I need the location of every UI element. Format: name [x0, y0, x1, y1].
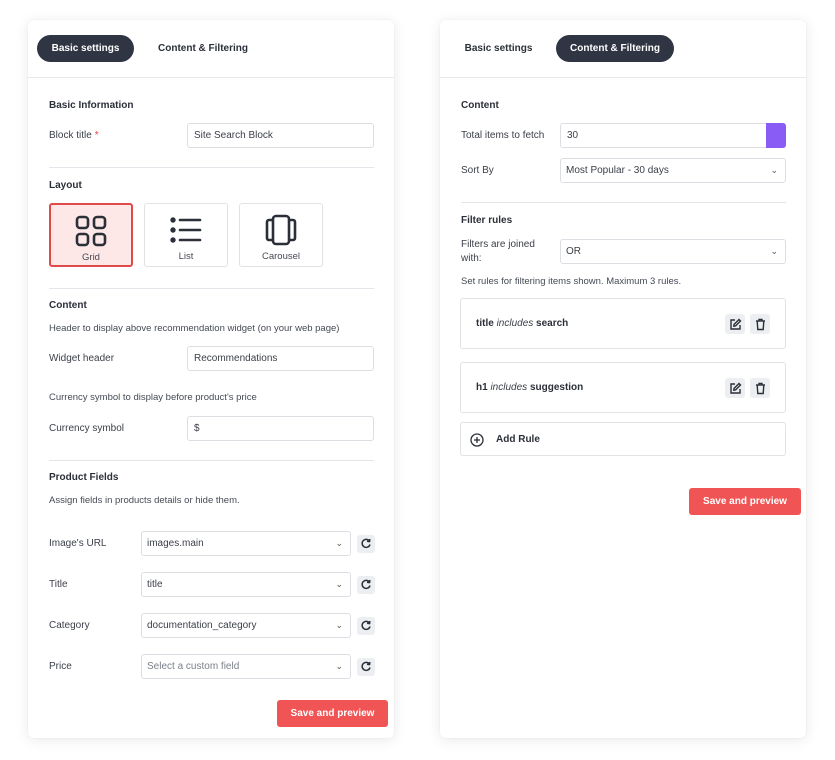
delete-rule-button[interactable] [750, 314, 770, 334]
content-title: Content [461, 100, 499, 111]
title-select[interactable]: title ⌄ [141, 572, 351, 597]
sort-by-label: Sort By [461, 165, 494, 176]
chevron-down-icon: ⌄ [770, 165, 778, 175]
edit-icon [729, 318, 741, 330]
field-label: Image's URL [49, 538, 107, 549]
sort-by-select[interactable]: Most Popular - 30 days ⌄ [560, 158, 786, 183]
filter-rules-description: Set rules for filtering items shown. Max… [461, 276, 682, 287]
product-fields-description: Assign fields in products details or hid… [49, 495, 240, 506]
field-label: Title [49, 579, 68, 590]
filter-rule-card: title includes search [460, 298, 786, 349]
edit-icon [729, 382, 741, 394]
field-label: Price [49, 661, 72, 672]
widget-header-label: Widget header [49, 353, 115, 364]
reset-icon [361, 661, 371, 672]
required-mark: * [94, 130, 99, 141]
divider [49, 167, 374, 168]
chevron-down-icon: ⌄ [335, 620, 343, 630]
layout-option-list[interactable]: List [144, 203, 228, 267]
divider [49, 288, 374, 289]
layout-option-grid[interactable]: Grid [49, 203, 133, 267]
reset-button[interactable] [357, 617, 375, 635]
rule-text: title includes search [476, 318, 569, 329]
reset-icon [361, 620, 371, 631]
block-title-input[interactable]: Site Search Block [187, 123, 374, 148]
currency-symbol-label: Currency symbol [49, 423, 125, 434]
image-url-select[interactable]: images.main ⌄ [141, 531, 351, 556]
basic-settings-panel: Basic settings Content & Filtering Basic… [28, 20, 394, 738]
tab-content-filtering[interactable]: Content & Filtering [148, 35, 258, 62]
layout-title: Layout [49, 180, 82, 191]
edit-rule-button[interactable] [725, 378, 745, 398]
add-rule-label: Add Rule [496, 434, 540, 445]
currency-description: Currency symbol to display before produc… [49, 392, 257, 403]
field-label: Category [49, 620, 90, 631]
widget-header-description: Header to display above recommendation w… [49, 323, 340, 334]
product-fields-title: Product Fields [49, 472, 119, 483]
layout-option-label: Grid [82, 252, 100, 263]
layout-option-label: Carousel [261, 251, 301, 262]
tab-bar: Basic settings Content & Filtering [440, 20, 806, 78]
basic-information-title: Basic Information [49, 100, 134, 111]
carousel-icon [240, 213, 322, 247]
category-select[interactable]: documentation_category ⌄ [141, 613, 351, 638]
widget-header-input[interactable]: Recommendations [187, 346, 374, 371]
chevron-down-icon: ⌄ [335, 661, 343, 671]
chevron-down-icon: ⌄ [770, 246, 778, 256]
tab-bar: Basic settings Content & Filtering [28, 20, 394, 78]
currency-symbol-input[interactable]: $ [187, 416, 374, 441]
tab-basic-settings[interactable]: Basic settings [37, 35, 134, 62]
divider [49, 460, 374, 461]
tab-basic-settings[interactable]: Basic settings [450, 35, 547, 62]
delete-rule-button[interactable] [750, 378, 770, 398]
save-and-preview-button[interactable]: Save and preview [277, 700, 388, 727]
plus-circle-icon [470, 433, 484, 447]
layout-option-carousel[interactable]: Carousel [239, 203, 323, 267]
layout-option-label: List [178, 251, 194, 262]
filters-joined-select[interactable]: OR ⌄ [560, 239, 786, 264]
chevron-down-icon: ⌄ [335, 579, 343, 589]
reset-button[interactable] [357, 576, 375, 594]
content-filtering-panel: Basic settings Content & Filtering Conte… [440, 20, 806, 738]
grid-icon [51, 214, 131, 248]
list-icon [145, 213, 227, 247]
trash-icon [755, 382, 765, 394]
reset-icon [361, 579, 371, 590]
trash-icon [755, 318, 765, 330]
add-rule-button[interactable]: Add Rule [460, 422, 786, 456]
total-items-label: Total items to fetch [461, 130, 545, 141]
rule-text: h1 includes suggestion [476, 382, 584, 393]
filters-joined-label: Filters are joined with: [461, 239, 535, 264]
filter-rules-title: Filter rules [461, 215, 513, 226]
stepper-handle[interactable] [766, 123, 786, 148]
reset-button[interactable] [357, 535, 375, 553]
divider [461, 202, 786, 203]
save-and-preview-button[interactable]: Save and preview [689, 488, 801, 515]
content-title: Content [49, 300, 87, 311]
block-title-label: Block title * [49, 130, 99, 141]
tab-content-filtering[interactable]: Content & Filtering [556, 35, 674, 62]
total-items-input[interactable]: 30 [560, 123, 767, 148]
reset-icon [361, 538, 371, 549]
filter-rule-card: h1 includes suggestion [460, 362, 786, 413]
chevron-down-icon: ⌄ [335, 538, 343, 548]
price-select[interactable]: Select a custom field ⌄ [141, 654, 351, 679]
edit-rule-button[interactable] [725, 314, 745, 334]
reset-button[interactable] [357, 658, 375, 676]
